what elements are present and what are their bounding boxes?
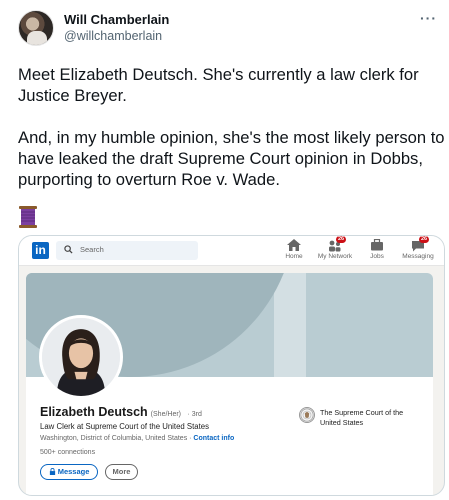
supreme-court-seal-icon bbox=[299, 407, 315, 423]
author-name[interactable]: Will Chamberlain bbox=[64, 12, 169, 28]
person-portrait-icon bbox=[42, 318, 120, 396]
search-icon bbox=[64, 245, 73, 254]
profile-location: Washington, District of Columbia, United… bbox=[40, 435, 192, 442]
more-label: More bbox=[112, 467, 131, 476]
embedded-image[interactable]: in Search Home 26 My Network Jobs 26 Mes… bbox=[18, 235, 445, 496]
lock-icon bbox=[49, 468, 55, 475]
connections-count: 500+ connections bbox=[40, 449, 96, 456]
message-label: Message bbox=[57, 467, 90, 476]
profile-headline: Law Clerk at Supreme Court of the United… bbox=[40, 422, 210, 431]
author-handle[interactable]: @willchamberlain bbox=[64, 28, 169, 44]
banner-stripe bbox=[274, 273, 306, 377]
profile-photo[interactable] bbox=[39, 315, 123, 399]
thread-spool-icon bbox=[19, 206, 37, 228]
nav-label-messaging: Messaging bbox=[402, 253, 434, 260]
linkedin-logo: in bbox=[32, 242, 49, 259]
linkedin-search: Search bbox=[56, 241, 198, 260]
connection-degree: · 3rd bbox=[187, 411, 202, 418]
profile-card: Elizabeth Deutsch (She/Her) · 3rd Law Cle… bbox=[26, 273, 433, 495]
search-placeholder: Search bbox=[80, 245, 104, 254]
tweet-paragraph-2: And, in my humble opinion, she's the mos… bbox=[18, 128, 445, 189]
profile-name: Elizabeth Deutsch bbox=[40, 405, 148, 419]
home-icon bbox=[287, 239, 301, 251]
linkedin-navbar: in Search Home 26 My Network Jobs 26 Mes… bbox=[19, 236, 444, 266]
author-avatar[interactable] bbox=[18, 10, 54, 46]
more-horizontal-icon[interactable]: ··· bbox=[420, 10, 437, 26]
profile-name-row: Elizabeth Deutsch (She/Her) · 3rd bbox=[40, 405, 202, 419]
contact-info-link[interactable]: Contact info bbox=[193, 435, 234, 442]
tweet-text: Meet Elizabeth Deutsch. She's currently … bbox=[18, 64, 446, 211]
network-badge: 26 bbox=[336, 236, 347, 243]
employer-name: The Supreme Court of the United States bbox=[320, 408, 404, 427]
more-button[interactable]: More bbox=[105, 464, 138, 480]
tweet-paragraph-1: Meet Elizabeth Deutsch. She's currently … bbox=[18, 65, 419, 105]
message-button[interactable]: Message bbox=[40, 464, 98, 480]
network-icon: 26 bbox=[328, 236, 347, 252]
tweet-header: Will Chamberlain @willchamberlain ··· bbox=[18, 10, 437, 50]
briefcase-icon bbox=[371, 239, 383, 251]
author-info[interactable]: Will Chamberlain @willchamberlain bbox=[64, 12, 169, 44]
messaging-badge: 26 bbox=[419, 236, 430, 243]
messaging-icon: 26 bbox=[411, 236, 430, 252]
profile-pronouns: (She/Her) bbox=[150, 411, 182, 418]
profile-location-row: Washington, District of Columbia, United… bbox=[40, 435, 234, 442]
nav-item-messaging: 26 Messaging bbox=[393, 236, 443, 260]
